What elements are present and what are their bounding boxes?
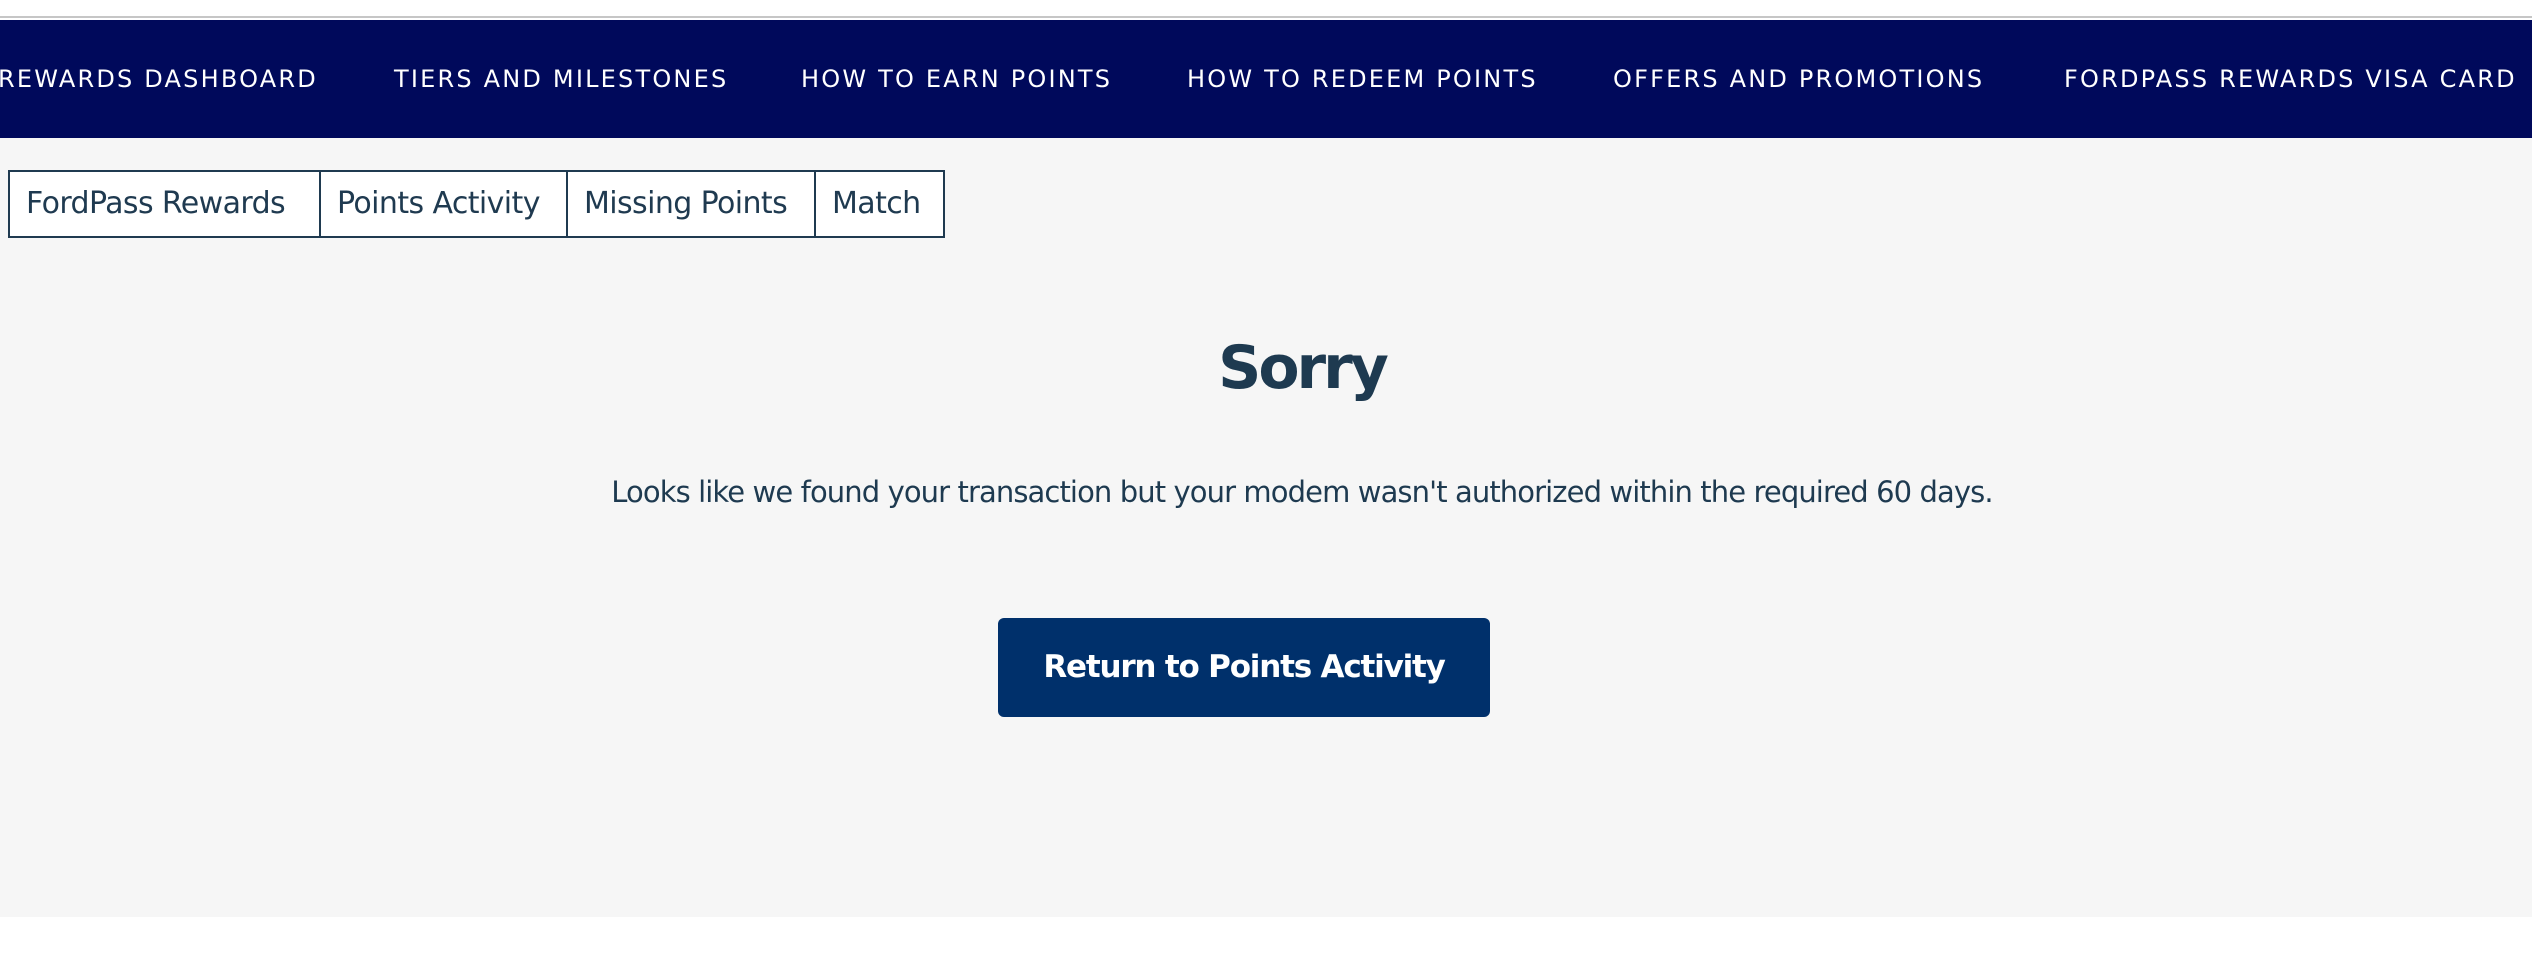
page-footer-space [0,917,2532,980]
breadcrumb-item-points-activity[interactable]: Points Activity [321,172,568,236]
error-message: Looks like we found your transaction but… [611,475,1993,509]
breadcrumb-item-fordpass-rewards[interactable]: FordPass Rewards [10,172,321,236]
breadcrumb-item-missing-points[interactable]: Missing Points [568,172,816,236]
nav-item-how-to-redeem-points[interactable]: HOW TO REDEEM POINTS [1187,20,1538,138]
nav-item-tiers-and-milestones[interactable]: TIERS AND MILESTONES [394,20,728,138]
nav-item-fordpass-rewards-visa-card[interactable]: FORDPASS REWARDS VISA CARD [2064,20,2517,138]
breadcrumb-item-match: Match [832,186,921,221]
breadcrumb: FordPass Rewards Points Activity Missing… [8,170,945,238]
top-strip [0,0,2532,18]
page-title: Sorry [1218,333,1389,403]
nav-item-offers-and-promotions[interactable]: OFFERS AND PROMOTIONS [1613,20,1984,138]
nav-item-rewards-dashboard[interactable]: REWARDS DASHBOARD [0,20,318,138]
return-to-points-activity-button[interactable]: Return to Points Activity [998,618,1490,717]
nav-item-how-to-earn-points[interactable]: HOW TO EARN POINTS [801,20,1112,138]
main-navigation: REWARDS DASHBOARD TIERS AND MILESTONES H… [0,20,2532,138]
main-content: FordPass Rewards Points Activity Missing… [0,138,2532,917]
